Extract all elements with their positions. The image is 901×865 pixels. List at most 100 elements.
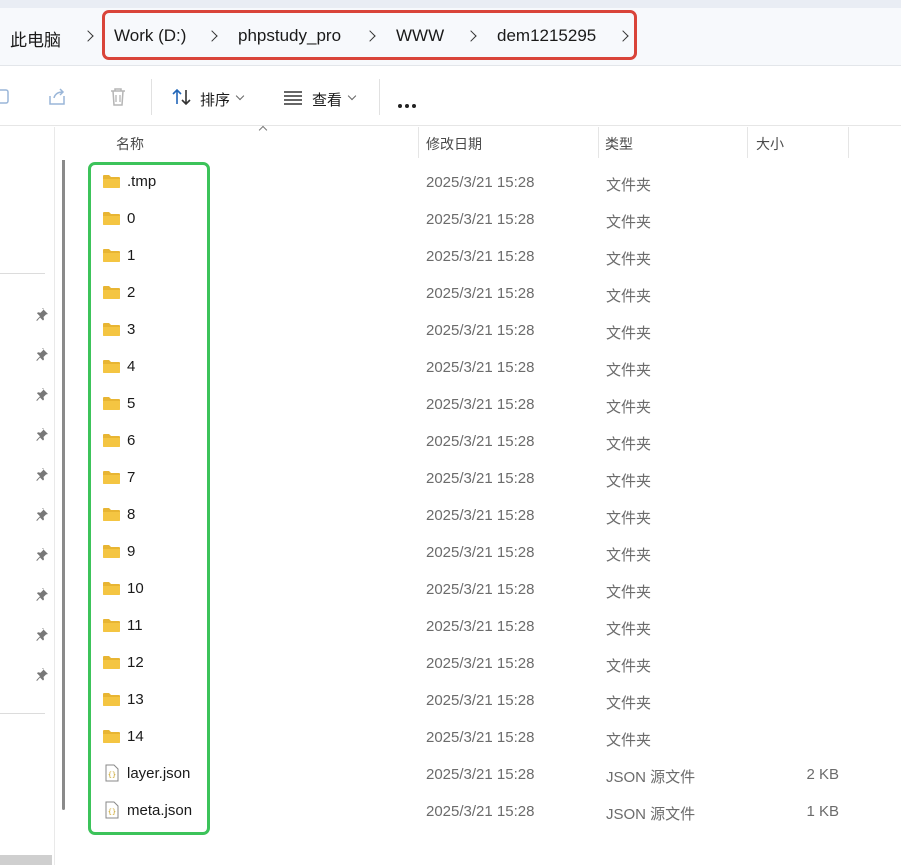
file-name[interactable]: 14	[127, 728, 144, 745]
file-name[interactable]: 10	[127, 580, 144, 597]
sort-icon[interactable]	[170, 85, 194, 109]
file-size: 2 KB	[806, 766, 839, 783]
file-row[interactable]: 12 2025/3/21 15:28 文件夹	[90, 645, 890, 682]
file-name[interactable]: layer.json	[127, 765, 190, 782]
file-type: 文件夹	[606, 658, 652, 675]
svg-text:{}: {}	[108, 808, 116, 816]
column-divider[interactable]	[747, 127, 748, 158]
pin-icon[interactable]	[35, 667, 49, 681]
file-modified-date: 2025/3/21 15:28	[426, 581, 535, 598]
file-name[interactable]: 6	[127, 432, 135, 449]
folder-icon	[103, 286, 120, 299]
file-row[interactable]: 6 2025/3/21 15:28 文件夹	[90, 423, 890, 460]
more-options-icon[interactable]	[398, 95, 419, 113]
file-row[interactable]: 1 2025/3/21 15:28 文件夹	[90, 238, 890, 275]
json-file-icon: {}	[105, 764, 119, 782]
file-row[interactable]: 5 2025/3/21 15:28 文件夹	[90, 386, 890, 423]
nav-horizontal-scrollbar[interactable]	[0, 855, 52, 865]
file-name[interactable]: 2	[127, 284, 135, 301]
file-name[interactable]: 13	[127, 691, 144, 708]
nav-divider	[0, 713, 45, 714]
file-row[interactable]: 11 2025/3/21 15:28 文件夹	[90, 608, 890, 645]
view-icon[interactable]	[281, 85, 305, 109]
file-name[interactable]: meta.json	[127, 802, 192, 819]
file-type: 文件夹	[606, 436, 652, 453]
file-name[interactable]: 12	[127, 654, 144, 671]
column-divider[interactable]	[418, 127, 419, 158]
file-row[interactable]: {} layer.json 2025/3/21 15:28 JSON 源文件 2 KB	[90, 756, 890, 793]
file-row[interactable]: 2 2025/3/21 15:28 文件夹	[90, 275, 890, 312]
pin-icon[interactable]	[35, 627, 49, 641]
file-name[interactable]: 3	[127, 321, 135, 338]
column-divider[interactable]	[848, 127, 849, 158]
delete-icon[interactable]	[106, 85, 130, 109]
file-name[interactable]: 11	[127, 617, 143, 634]
sort-chevron-down-icon[interactable]	[236, 93, 244, 101]
breadcrumb-highlight-box	[102, 10, 637, 60]
file-name[interactable]: .tmp	[127, 173, 156, 190]
file-type: 文件夹	[606, 251, 652, 268]
file-row[interactable]: 3 2025/3/21 15:28 文件夹	[90, 312, 890, 349]
file-name[interactable]: 0	[127, 210, 135, 227]
file-name[interactable]: 8	[127, 506, 135, 523]
column-divider[interactable]	[598, 127, 599, 158]
file-type: 文件夹	[606, 695, 652, 712]
file-row[interactable]: 14 2025/3/21 15:28 文件夹	[90, 719, 890, 756]
pin-icon[interactable]	[35, 307, 49, 321]
sort-button[interactable]: 排序	[200, 89, 230, 110]
folder-icon	[103, 508, 120, 521]
file-type: 文件夹	[606, 325, 652, 342]
nav-divider	[0, 273, 45, 274]
copy-icon[interactable]	[0, 85, 18, 109]
share-icon[interactable]	[46, 85, 70, 109]
file-row[interactable]: 8 2025/3/21 15:28 文件夹	[90, 497, 890, 534]
file-modified-date: 2025/3/21 15:28	[426, 322, 535, 339]
view-button[interactable]: 查看	[312, 89, 342, 110]
file-row[interactable]: 13 2025/3/21 15:28 文件夹	[90, 682, 890, 719]
folder-icon	[103, 249, 120, 262]
file-name[interactable]: 5	[127, 395, 135, 412]
file-modified-date: 2025/3/21 15:28	[426, 396, 535, 413]
column-size-header[interactable]: 大小	[756, 134, 784, 154]
file-modified-date: 2025/3/21 15:28	[426, 507, 535, 524]
file-modified-date: 2025/3/21 15:28	[426, 618, 535, 635]
column-name-header[interactable]: 名称	[116, 134, 144, 154]
file-row[interactable]: 4 2025/3/21 15:28 文件夹	[90, 349, 890, 386]
pin-icon[interactable]	[35, 467, 49, 481]
file-modified-date: 2025/3/21 15:28	[426, 248, 535, 265]
pin-icon[interactable]	[35, 427, 49, 441]
folder-icon	[103, 545, 120, 558]
pin-icon[interactable]	[35, 547, 49, 561]
file-row[interactable]: 0 2025/3/21 15:28 文件夹	[90, 201, 890, 238]
folder-icon	[103, 323, 120, 336]
folder-icon	[103, 471, 120, 484]
file-row[interactable]: .tmp 2025/3/21 15:28 文件夹	[90, 164, 890, 201]
file-modified-date: 2025/3/21 15:28	[426, 803, 535, 820]
file-row[interactable]: {} meta.json 2025/3/21 15:28 JSON 源文件 1 KB	[90, 793, 890, 830]
file-modified-date: 2025/3/21 15:28	[426, 729, 535, 746]
pin-icon[interactable]	[35, 507, 49, 521]
breadcrumb-chevron-icon[interactable]	[82, 28, 96, 44]
column-modified-header[interactable]: 修改日期	[426, 134, 482, 154]
file-modified-date: 2025/3/21 15:28	[426, 766, 535, 783]
view-chevron-down-icon[interactable]	[348, 93, 356, 101]
folder-icon	[103, 175, 120, 188]
nav-scrollbar[interactable]	[62, 148, 65, 810]
file-type: 文件夹	[606, 288, 652, 305]
file-name[interactable]: 7	[127, 469, 135, 486]
json-file-icon: {}	[105, 801, 119, 819]
file-type: 文件夹	[606, 177, 652, 194]
file-row[interactable]: 10 2025/3/21 15:28 文件夹	[90, 571, 890, 608]
file-name[interactable]: 9	[127, 543, 135, 560]
file-name[interactable]: 4	[127, 358, 135, 375]
file-row[interactable]: 7 2025/3/21 15:28 文件夹	[90, 460, 890, 497]
breadcrumb-this-pc[interactable]: 此电脑	[10, 26, 61, 51]
file-type: 文件夹	[606, 584, 652, 601]
pin-icon[interactable]	[35, 387, 49, 401]
pin-icon[interactable]	[35, 587, 49, 601]
file-name[interactable]: 1	[127, 247, 135, 264]
column-type-header[interactable]: 类型	[605, 134, 633, 154]
file-row[interactable]: 9 2025/3/21 15:28 文件夹	[90, 534, 890, 571]
pin-icon[interactable]	[35, 347, 49, 361]
file-type: 文件夹	[606, 399, 652, 416]
